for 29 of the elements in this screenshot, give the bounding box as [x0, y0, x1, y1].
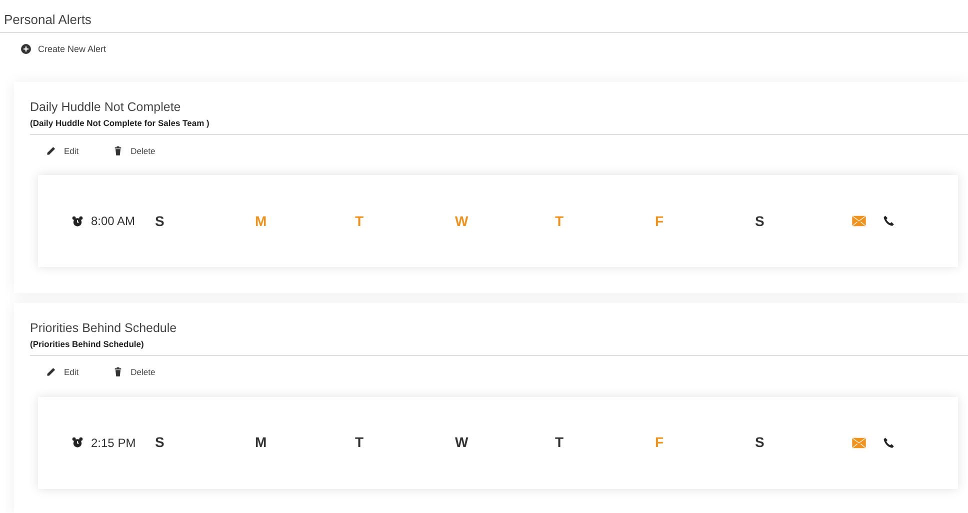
delete-button[interactable]: Delete: [112, 144, 156, 158]
add-icon: [21, 44, 31, 54]
create-alert-link[interactable]: Create New Alert: [38, 42, 106, 56]
alarm-clock-icon: [72, 216, 83, 227]
alert-time: 2:15 PM: [91, 434, 137, 452]
delete-button[interactable]: Delete: [112, 366, 156, 378]
day-toggle[interactable]: W: [455, 432, 555, 453]
day-toggle[interactable]: T: [355, 432, 455, 453]
phone-icon[interactable]: [883, 215, 895, 228]
trash-icon: [112, 367, 123, 378]
edit-button[interactable]: Edit: [46, 144, 79, 158]
day-toggle[interactable]: T: [555, 432, 655, 453]
alarm-clock-icon: [72, 437, 83, 448]
day-toggle[interactable]: S: [155, 210, 255, 232]
day-toggle[interactable]: S: [155, 432, 255, 453]
alert-time: 8:00 AM: [91, 213, 136, 230]
pencil-icon: [46, 367, 56, 378]
alert-title: Priorities Behind Schedule: [30, 320, 178, 338]
trash-icon: [112, 146, 123, 156]
pencil-icon: [46, 146, 56, 156]
day-toggle[interactable]: M: [255, 432, 355, 453]
day-toggle[interactable]: S: [755, 432, 855, 453]
alert-subtitle: (Daily Huddle Not Complete for Sales Team ): [30, 116, 968, 134]
alert-subtitle: (Priorities Behind Schedule): [30, 338, 968, 356]
alert-title: Daily Huddle Not Complete: [30, 99, 182, 116]
day-toggle[interactable]: S: [755, 210, 855, 232]
page-title: Personal Alerts: [0, 0, 968, 32]
edit-button[interactable]: Edit: [46, 366, 79, 378]
phone-icon[interactable]: [883, 436, 895, 448]
